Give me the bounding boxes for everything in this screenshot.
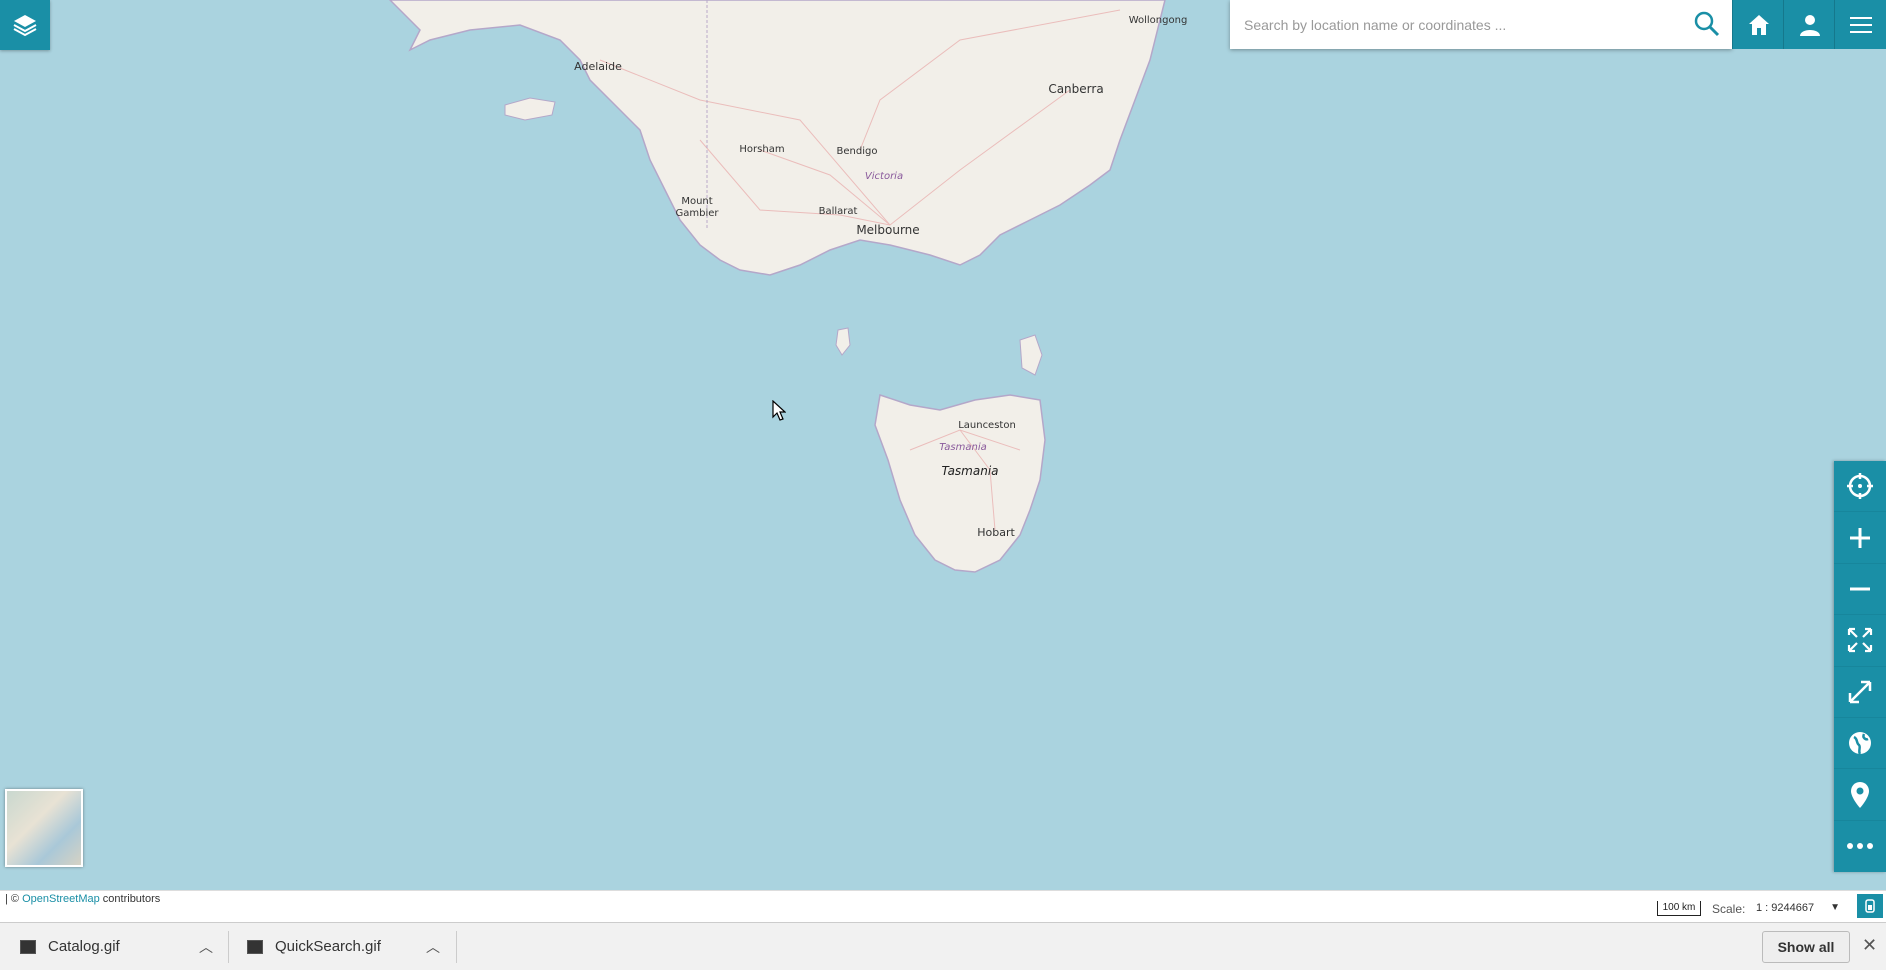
globe-button[interactable] xyxy=(1834,718,1886,770)
place-label-tasmania-island: Tasmania xyxy=(941,464,999,478)
full-extent-button[interactable] xyxy=(1834,615,1886,667)
place-label-bendigo: Bendigo xyxy=(836,146,878,157)
chevron-up-icon[interactable]: ︿ xyxy=(426,937,440,957)
globe-icon xyxy=(1849,732,1871,755)
fullscreen-button[interactable] xyxy=(1834,667,1886,718)
mouse-cursor-icon xyxy=(772,400,786,421)
locate-button[interactable] xyxy=(1834,461,1886,513)
zoom-out-button[interactable] xyxy=(1834,564,1886,616)
place-label-hobart: Hobart xyxy=(977,526,1015,539)
place-label-adelaide: Adelaide xyxy=(574,60,622,73)
home-button[interactable] xyxy=(1732,0,1784,49)
layers-button[interactable] xyxy=(0,0,50,50)
crosshair-icon xyxy=(1847,473,1873,500)
file-icon xyxy=(247,939,263,954)
map-tools-toolbar xyxy=(1834,461,1886,872)
zoom-in-button[interactable] xyxy=(1834,512,1886,564)
chevron-up-icon[interactable]: ︿ xyxy=(199,937,213,957)
menu-icon xyxy=(1850,16,1872,33)
kangaroo-island xyxy=(504,97,556,121)
divider xyxy=(228,931,229,963)
close-icon[interactable]: ✕ xyxy=(1862,935,1877,956)
flinders-island xyxy=(1019,334,1043,376)
scale-select[interactable]: 1 : 9244667 ▼ xyxy=(1752,898,1844,918)
place-label-launceston: Launceston xyxy=(958,420,1016,431)
place-label-gambier: Gambier xyxy=(675,208,719,219)
toggle-icon xyxy=(1865,899,1875,913)
place-label-tasmania-state: Tasmania xyxy=(939,442,987,453)
map-canvas[interactable]: Adelaide Wollongong Canberra Horsham Ben… xyxy=(0,0,1886,890)
place-label-canberra: Canberra xyxy=(1048,82,1104,96)
download-item-catalog[interactable]: Catalog.gif xyxy=(20,923,120,970)
toggle-footer-button[interactable] xyxy=(1857,894,1883,918)
minus-icon xyxy=(1850,587,1870,591)
show-all-button[interactable]: Show all xyxy=(1762,931,1850,963)
overview-minimap[interactable] xyxy=(5,789,83,867)
attribution-prefix: | © xyxy=(5,893,23,905)
plus-icon xyxy=(1850,527,1870,548)
place-label-horsham: Horsham xyxy=(739,144,785,155)
scale-value: 1 : 9244667 xyxy=(1756,902,1815,914)
diagonal-expand-icon xyxy=(1848,680,1872,703)
osm-link[interactable]: OpenStreetMap xyxy=(22,893,100,905)
more-tools-button[interactable] xyxy=(1834,821,1886,872)
map-footer: | © OpenStreetMap contributors 100 km Sc… xyxy=(0,890,1886,923)
layers-icon xyxy=(13,15,37,37)
expand-icon xyxy=(1847,628,1873,653)
place-label-melbourne: Melbourne xyxy=(856,223,920,237)
file-icon xyxy=(20,939,36,954)
place-label-mount: Mount xyxy=(681,196,713,207)
downloads-bar: Catalog.gif ︿ QuickSearch.gif ︿ Show all… xyxy=(0,922,1886,970)
map-marker-icon xyxy=(1851,781,1869,808)
scale-bar: 100 km xyxy=(1657,901,1701,916)
divider xyxy=(456,931,457,963)
download-filename: QuickSearch.gif xyxy=(275,938,381,955)
download-filename: Catalog.gif xyxy=(48,938,120,955)
menu-button[interactable] xyxy=(1834,0,1886,49)
place-label-wollongong: Wollongong xyxy=(1128,15,1188,26)
attribution-suffix: contributors xyxy=(99,893,161,905)
attribution: | © OpenStreetMap contributors xyxy=(5,893,160,905)
more-icon xyxy=(1847,843,1873,850)
user-button[interactable] xyxy=(1783,0,1835,49)
scale-label: Scale: xyxy=(1712,902,1746,916)
mainland-australia xyxy=(388,0,1166,276)
place-label-ballarat: Ballarat xyxy=(818,206,858,217)
king-island xyxy=(835,327,851,356)
download-item-quicksearch[interactable]: QuickSearch.gif xyxy=(247,923,381,970)
search-bar xyxy=(1230,0,1732,49)
search-icon[interactable] xyxy=(1692,9,1722,39)
home-icon xyxy=(1748,14,1769,35)
caret-down-icon: ▼ xyxy=(1830,902,1840,913)
place-label-victoria-state: Victoria xyxy=(864,171,904,182)
search-input[interactable] xyxy=(1242,12,1686,38)
marker-button[interactable] xyxy=(1834,769,1886,821)
user-icon xyxy=(1799,14,1820,36)
